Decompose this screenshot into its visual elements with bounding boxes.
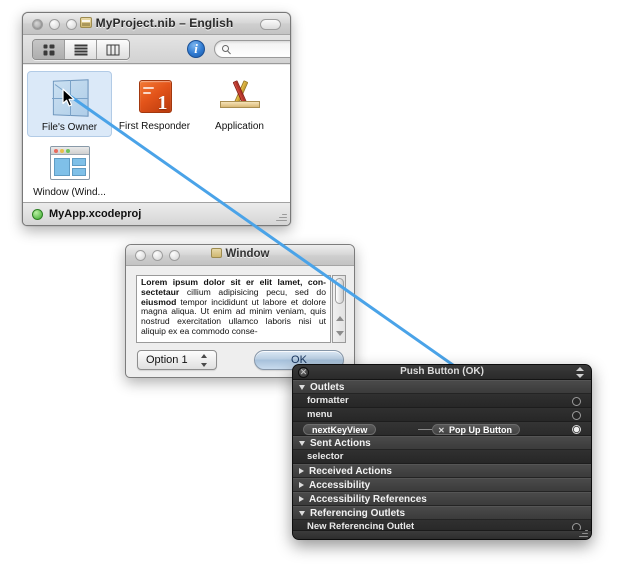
window-preview-titlebar[interactable]: Window [126, 245, 354, 266]
section-label: Referencing Outlets [310, 507, 406, 519]
nib-item-first-responder[interactable]: 1 First Responder [112, 71, 197, 137]
window-preview[interactable]: Window Lorem ipsum dolor sit er elit lam… [125, 244, 355, 378]
grid-icon [43, 44, 54, 55]
search-icon [222, 45, 229, 52]
inspector-titlebar[interactable]: ✕ Push Button (OK) [293, 365, 591, 380]
resize-grip[interactable] [577, 527, 588, 538]
section-label: Outlets [310, 381, 345, 393]
connections-inspector[interactable]: ✕ Push Button (OK) Outlets formatter men… [292, 364, 592, 540]
connection-well[interactable] [572, 425, 581, 434]
section-header-referencing-outlets[interactable]: Referencing Outlets [293, 506, 591, 520]
outlet-label-pill[interactable]: nextKeyView [303, 424, 377, 435]
text-view[interactable]: Lorem ipsum dolor sit er elit lamet, con… [136, 275, 331, 343]
list-view-button[interactable] [65, 40, 97, 59]
text-view-scrollbar[interactable] [332, 275, 346, 343]
connection-well[interactable] [572, 397, 581, 406]
outlet-row-new-referencing-outlet[interactable]: New Referencing Outlet [293, 520, 591, 530]
project-name-label: MyApp.xcodeproj [49, 208, 142, 220]
application-ruler-pencil-icon [199, 75, 280, 119]
window-document-icon [210, 248, 222, 258]
nib-item-label: Application [215, 121, 264, 132]
scroll-down-arrow-icon[interactable] [336, 331, 344, 336]
disclosure-triangle-icon[interactable] [299, 468, 304, 474]
scrollbar-thumb[interactable] [335, 278, 344, 304]
section-header-accessibility[interactable]: Accessibility [293, 478, 591, 492]
first-responder-cube-icon: 1 [114, 75, 195, 119]
action-row-selector[interactable]: selector [293, 450, 591, 464]
nib-titlebar[interactable]: MyProject.nib – English [23, 13, 290, 35]
outlet-label: New Referencing Outlet [307, 521, 415, 530]
outlet-label: menu [307, 409, 333, 420]
updown-stepper-icon[interactable] [576, 367, 585, 378]
column-view-button[interactable] [97, 40, 129, 59]
window-icon [29, 141, 110, 185]
icon-view-button[interactable] [33, 40, 65, 59]
text-view-content: Lorem ipsum dolor sit er elit lamet, con… [141, 277, 326, 336]
updown-stepper-icon [201, 354, 208, 367]
search-input[interactable] [235, 43, 290, 54]
section-header-outlets[interactable]: Outlets [293, 380, 591, 394]
section-header-accessibility-references[interactable]: Accessibility References [293, 492, 591, 506]
outlet-label: formatter [307, 395, 349, 406]
toolbar-toggle-button[interactable] [260, 19, 281, 30]
disclosure-triangle-icon[interactable] [299, 496, 304, 502]
disclosure-triangle-icon[interactable] [299, 384, 305, 390]
section-label: Received Actions [309, 465, 392, 477]
project-status-dot [32, 208, 43, 220]
info-button[interactable]: i [187, 40, 205, 58]
resize-grip[interactable] [274, 210, 287, 223]
nib-item-application[interactable]: Application [197, 71, 282, 137]
nib-document-window[interactable]: MyProject.nib – English i File's Owner 1… [22, 12, 291, 226]
connection-well[interactable] [572, 411, 581, 420]
nib-icon-grid: File's Owner 1 First Responder Applicati… [23, 65, 290, 202]
disconnect-x-icon[interactable]: ✕ [438, 426, 445, 436]
search-field[interactable] [214, 40, 290, 58]
section-label: Accessibility References [309, 493, 427, 505]
window-preview-title: Window [126, 248, 354, 260]
action-label: selector [307, 451, 344, 462]
nib-item-window[interactable]: Window (Wind... [27, 137, 112, 201]
section-label: Sent Actions [310, 437, 371, 449]
arrow-cursor-icon [62, 88, 75, 107]
nib-item-label: File's Owner [41, 122, 98, 133]
disclosure-triangle-icon[interactable] [299, 482, 304, 488]
window-preview-body: Lorem ipsum dolor sit er elit lamet, con… [126, 266, 354, 377]
scroll-up-arrow-icon[interactable] [336, 316, 344, 321]
popup-button[interactable]: Option 1 [137, 350, 217, 370]
view-mode-segmented-control[interactable] [32, 39, 130, 60]
section-header-sent-actions[interactable]: Sent Actions [293, 436, 591, 450]
outlet-row-nextkeyview[interactable]: nextKeyView ✕ Pop Up Button [293, 422, 591, 436]
nib-status-bar: MyApp.xcodeproj [23, 202, 290, 225]
section-label: Accessibility [309, 479, 371, 491]
nib-window-title-text: MyProject.nib – English [95, 16, 234, 30]
popup-button-label: Option 1 [146, 354, 188, 366]
nib-item-label: Window (Wind... [33, 187, 106, 198]
nib-document-icon [79, 17, 92, 28]
connected-object-label: Pop Up Button [449, 425, 512, 435]
nib-content-area: File's Owner 1 First Responder Applicati… [23, 65, 290, 202]
nib-item-label: First Responder [118, 121, 191, 132]
disclosure-triangle-icon[interactable] [299, 440, 305, 446]
outlet-row-formatter[interactable]: formatter [293, 394, 591, 408]
nib-toolbar: i [23, 35, 290, 64]
disclosure-triangle-icon[interactable] [299, 510, 305, 516]
window-preview-title-text: Window [225, 248, 270, 260]
connection-connector [418, 429, 432, 430]
column-icon [106, 44, 120, 55]
list-icon [74, 44, 87, 55]
inspector-footer [293, 527, 591, 539]
section-header-received-actions[interactable]: Received Actions [293, 464, 591, 478]
outlet-row-menu[interactable]: menu [293, 408, 591, 422]
inspector-sections: Outlets formatter menu nextKeyView ✕ Pop … [293, 380, 591, 530]
connected-object-pill[interactable]: ✕ Pop Up Button [432, 424, 520, 435]
inspector-title: Push Button (OK) [400, 366, 484, 377]
nib-window-title: MyProject.nib – English [23, 16, 290, 30]
screen: MyProject.nib – English i File's Owner 1… [0, 0, 624, 579]
